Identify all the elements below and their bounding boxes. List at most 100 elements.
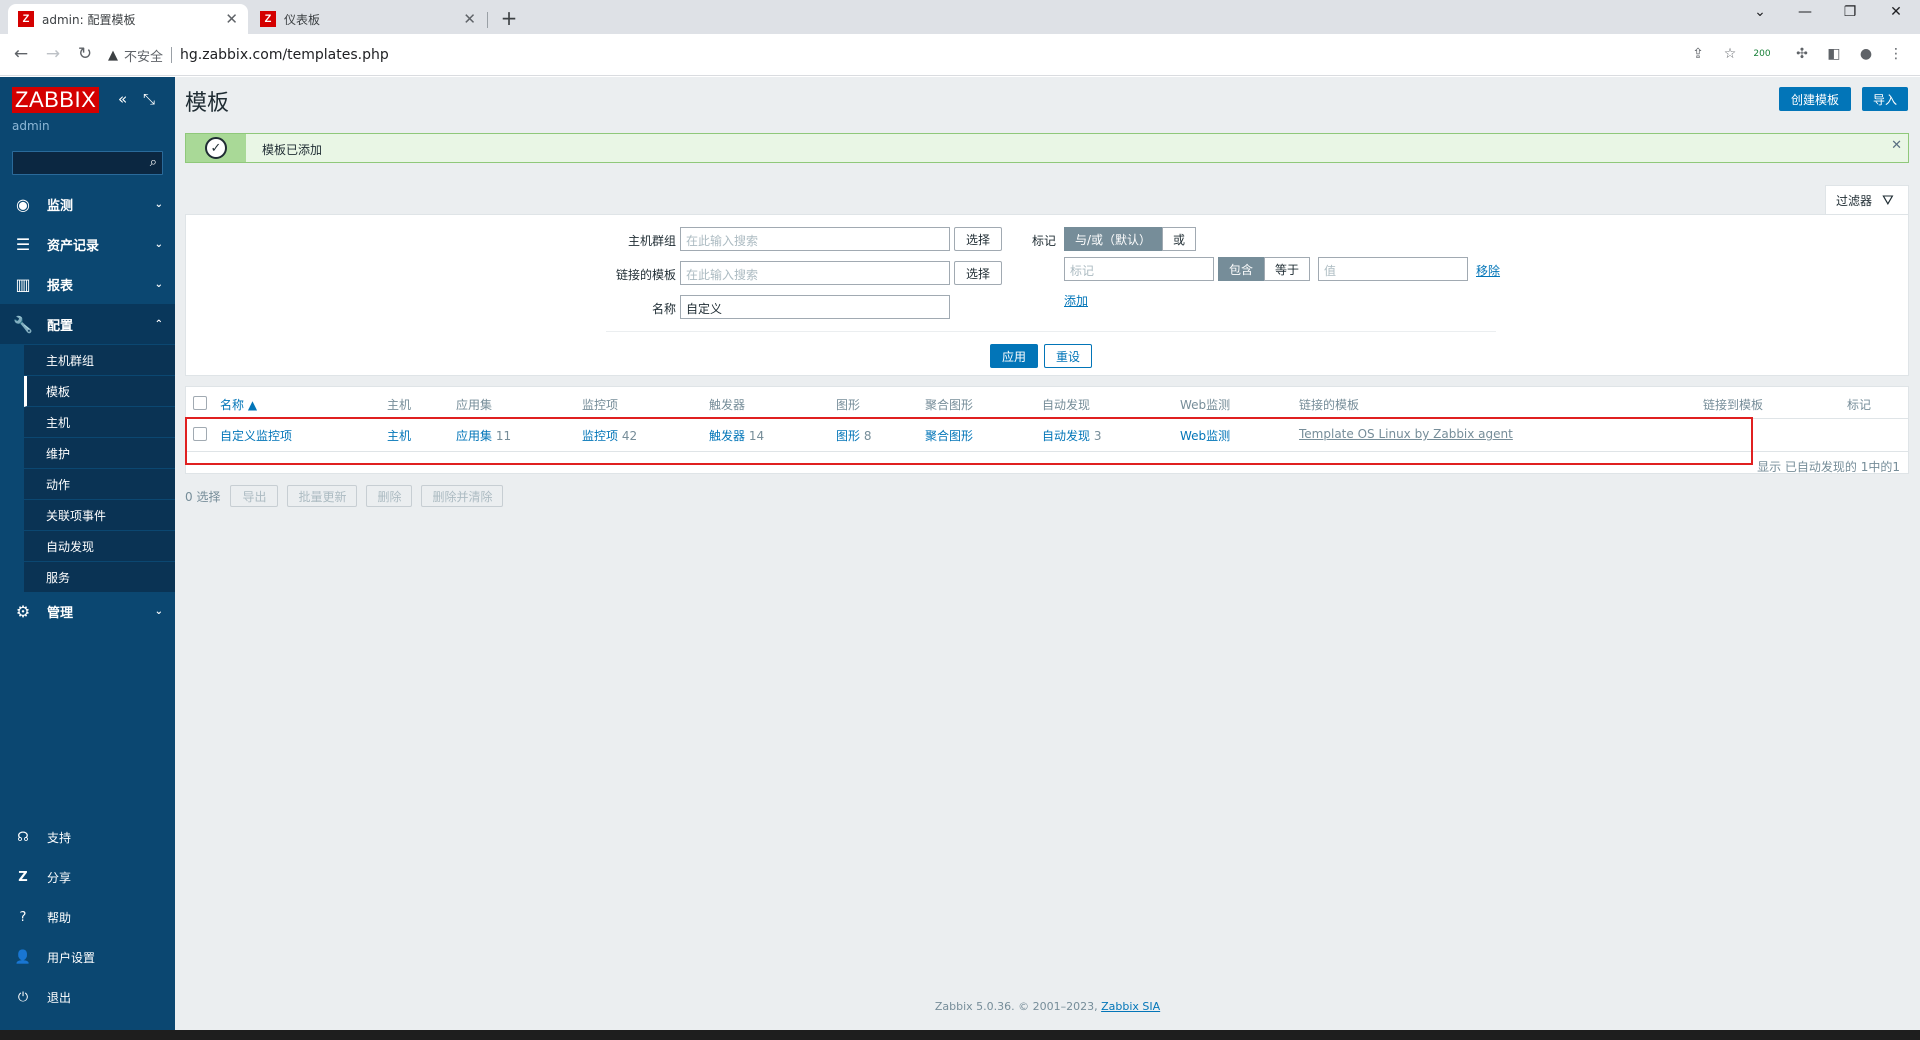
url-text[interactable]: hg.zabbix.com/templates.php <box>180 47 389 63</box>
search-icon[interactable]: ⌕ <box>150 155 157 170</box>
share-icon[interactable]: ⇪ <box>1688 46 1708 62</box>
triggers-link[interactable]: 触发器 <box>709 429 745 443</box>
eye-icon: ◉ <box>16 194 30 214</box>
tags-evaltype-toggle: 与/或（默认） 或 <box>1064 227 1197 251</box>
submenu-discovery[interactable]: 自动发现 <box>24 531 175 562</box>
linked-templates-select-button[interactable]: 选择 <box>954 261 1002 285</box>
menu-monitoring[interactable]: ◉ 监测 ⌄ <box>0 184 175 224</box>
submenu-event-correlation[interactable]: 关联项事件 <box>24 500 175 531</box>
success-message-text: 模板已添加 <box>262 143 323 157</box>
screens-link[interactable]: 聚合图形 <box>925 427 973 444</box>
submenu-hosts[interactable]: 主机 <box>24 407 175 438</box>
row-checkbox[interactable] <box>193 427 207 441</box>
submenu-actions[interactable]: 动作 <box>24 469 175 500</box>
remove-tag-link[interactable]: 移除 <box>1476 262 1500 279</box>
select-all-checkbox[interactable] <box>193 396 207 410</box>
menu-share[interactable]: Z 分享 <box>0 857 175 897</box>
tag-name-input[interactable]: 标记 <box>1064 257 1214 281</box>
menu-configuration[interactable]: 🔧 配置 ⌃ <box>0 304 175 344</box>
reload-icon[interactable]: ↻ <box>74 44 96 64</box>
menu-support[interactable]: ☊ 支持 <box>0 817 175 857</box>
menu-kebab-icon[interactable]: ⋮ <box>1886 46 1906 62</box>
page-title: 模板 <box>185 91 230 116</box>
user-icon: 👤 <box>14 949 32 965</box>
zabbix-logo[interactable]: ZABBIX <box>12 87 100 113</box>
menu-administration[interactable]: ⚙ 管理 ⌄ <box>0 591 175 631</box>
reset-button[interactable]: 重设 <box>1044 344 1092 368</box>
delete-and-clear-button[interactable]: 删除并清除 <box>421 485 504 507</box>
linked-templates-input[interactable]: 在此输入搜索 <box>680 261 950 285</box>
apply-button[interactable]: 应用 <box>990 344 1038 368</box>
table-stats: 显示 已自动发现的 1中的1 <box>1757 460 1900 474</box>
kiosk-mode-icon[interactable]: ⤡ <box>143 90 155 108</box>
side-panel-icon[interactable]: ◧ <box>1824 46 1844 62</box>
submenu-services[interactable]: 服务 <box>24 562 175 593</box>
close-window-icon[interactable]: ✕ <box>1886 4 1906 20</box>
bar-chart-icon: ▥ <box>15 274 31 294</box>
new-tab-icon[interactable]: + <box>498 6 520 30</box>
zabbix-share-icon: Z <box>18 869 28 885</box>
submenu-maintenance[interactable]: 维护 <box>24 438 175 469</box>
restore-icon[interactable]: ❐ <box>1840 4 1860 20</box>
create-template-button[interactable]: 创建模板 <box>1779 87 1851 111</box>
items-count: 42 <box>621 429 638 443</box>
name-input[interactable]: 自定义 <box>680 295 950 319</box>
collapse-sidebar-icon[interactable]: « <box>118 90 127 108</box>
header-hosts: 主机 <box>387 398 412 412</box>
footer-link[interactable]: Zabbix SIA <box>1101 1000 1160 1013</box>
browser-tab-dashboard[interactable]: Z 仪表板 ✕ <box>250 4 486 34</box>
extension-badge[interactable]: 200 <box>1752 49 1772 59</box>
hosts-link[interactable]: 主机 <box>387 427 411 444</box>
tab-search-icon[interactable]: ⌄ <box>1750 4 1770 20</box>
menu-sign-out[interactable]: ⏻ 退出 <box>0 977 175 1017</box>
close-message-icon[interactable]: ✕ <box>1891 138 1902 153</box>
extensions-puzzle-icon[interactable]: ✣ <box>1792 46 1812 62</box>
web-link[interactable]: Web监测 <box>1180 427 1230 444</box>
import-button[interactable]: 导入 <box>1862 87 1908 111</box>
close-tab-icon[interactable]: ✕ <box>225 10 238 28</box>
tags-andor-option[interactable]: 与/或（默认） <box>1064 227 1163 251</box>
filter-tab[interactable]: 过滤器 ⛛ <box>1825 185 1909 215</box>
forward-icon[interactable]: → <box>42 44 64 64</box>
add-tag-link[interactable]: 添加 <box>1064 292 1088 309</box>
submenu-host-groups[interactable]: 主机群组 <box>24 345 175 376</box>
mass-update-button[interactable]: 批量更新 <box>287 485 358 507</box>
browser-tab-active[interactable]: Z admin: 配置模板 ✕ <box>8 4 248 34</box>
sidebar-search-input[interactable]: ⌕ <box>12 151 163 175</box>
submenu-templates[interactable]: 模板 <box>24 376 175 407</box>
items-link[interactable]: 监控项 <box>582 429 618 443</box>
triggers-cell: 触发器 14 <box>709 427 764 444</box>
tags-or-option[interactable]: 或 <box>1162 227 1197 251</box>
minimize-icon[interactable]: — <box>1795 4 1815 20</box>
menu-reports[interactable]: ▥ 报表 ⌄ <box>0 264 175 304</box>
linked-template-link[interactable]: Template OS Linux by Zabbix agent <box>1299 427 1513 441</box>
insecure-label: 不安全 <box>124 49 164 65</box>
profile-avatar-icon[interactable]: ● <box>1856 46 1876 62</box>
footer-text: Zabbix 5.0.36. © 2001–2023, <box>934 1000 1102 1013</box>
host-groups-label: 主机群组 <box>627 234 676 248</box>
delete-button[interactable]: 删除 <box>366 485 413 507</box>
items-cell: 监控项 42 <box>582 427 637 444</box>
host-groups-select-button[interactable]: 选择 <box>954 227 1002 251</box>
mass-action-bar: 0 选择 导出 批量更新 删除 删除并清除 <box>185 484 512 508</box>
tag-equals-option[interactable]: 等于 <box>1264 257 1311 281</box>
menu-user-settings[interactable]: 👤 用户设置 <box>0 937 175 977</box>
wrench-icon: 🔧 <box>13 314 33 334</box>
graphs-link[interactable]: 图形 <box>836 429 860 443</box>
host-groups-input[interactable]: 在此输入搜索 <box>680 227 950 251</box>
filter-divider <box>606 331 1496 332</box>
zabbix-favicon-icon: Z <box>18 11 34 27</box>
menu-help[interactable]: ? 帮助 <box>0 897 175 937</box>
header-name[interactable]: 名称 ▲ <box>220 396 257 413</box>
menu-inventory[interactable]: ☰ 资产记录 ⌄ <box>0 224 175 264</box>
close-tab-icon[interactable]: ✕ <box>463 10 476 28</box>
applications-link[interactable]: 应用集 <box>456 429 492 443</box>
template-name-link[interactable]: 自定义监控项 <box>220 427 292 444</box>
tag-contains-option[interactable]: 包含 <box>1218 257 1265 281</box>
back-icon[interactable]: ← <box>10 44 32 64</box>
omnibox[interactable]: ▲ 不安全 hg.zabbix.com/templates.php <box>108 40 1748 70</box>
bookmark-star-icon[interactable]: ☆ <box>1720 46 1740 62</box>
export-button[interactable]: 导出 <box>230 485 279 507</box>
discovery-link[interactable]: 自动发现 <box>1042 429 1090 443</box>
tag-value-input[interactable]: 值 <box>1318 257 1468 281</box>
